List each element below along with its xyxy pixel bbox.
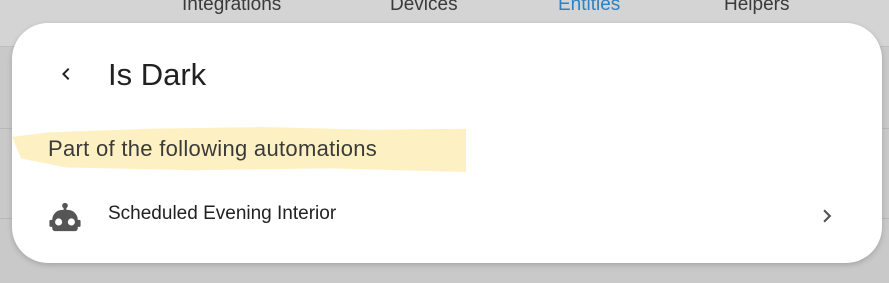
background-divider (882, 218, 889, 219)
entity-dialog: Is Dark Part of the following automation… (12, 23, 882, 263)
automation-list-item[interactable]: Scheduled Evening Interior (12, 191, 882, 241)
background-divider (0, 218, 12, 219)
tab-helpers[interactable]: Helpers (724, 0, 789, 16)
robot-icon (49, 202, 81, 232)
chevron-left-icon (62, 68, 70, 80)
background-divider (0, 128, 12, 129)
back-button[interactable] (48, 56, 84, 92)
section-heading: Part of the following automations (48, 136, 378, 161)
tab-devices[interactable]: Devices (390, 0, 458, 16)
automation-label: Scheduled Evening Interior (108, 203, 337, 224)
tab-integrations[interactable]: Integrations (182, 0, 281, 16)
tab-entities[interactable]: Entities (558, 0, 620, 16)
dialog-title: Is Dark (108, 57, 207, 92)
background-divider (882, 128, 889, 129)
chevron-right-icon (823, 209, 832, 223)
